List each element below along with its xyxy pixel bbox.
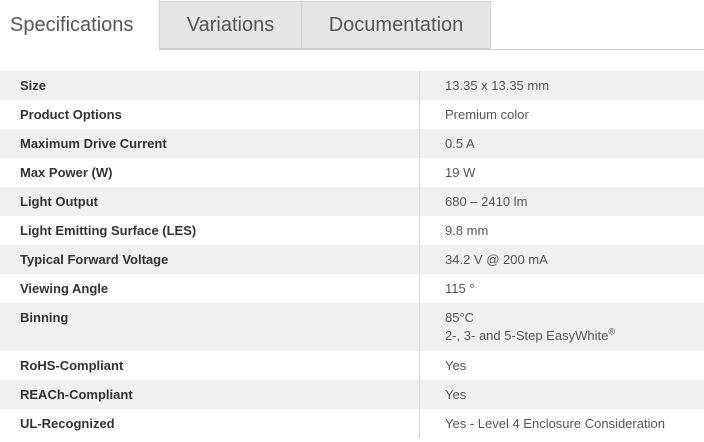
spec-value: 34.2 V @ 200 mA [445,252,548,267]
spec-value: Yes - Level 4 Enclosure Consideration [445,416,665,431]
spec-value: 85°C 2-, 3- and 5-Step EasyWhite® [420,303,704,351]
spec-label: Typical Forward Voltage [0,245,420,274]
spec-value-line2-text: 2-, 3- and 5-Step EasyWhite [445,328,609,343]
spec-label: UL-Recognized [0,409,420,438]
spec-value: 115 ° [445,281,475,296]
tab-specifications[interactable]: Specifications [0,0,160,51]
spec-label: Light Emitting Surface (LES) [0,216,420,245]
table-row: Viewing Angle 115 ° [0,274,704,303]
table-row: Binning 85°C 2-, 3- and 5-Step EasyWhite… [0,303,704,351]
table-row: UL-Recognized Yes - Level 4 Enclosure Co… [0,409,704,438]
spec-label: Maximum Drive Current [0,129,420,158]
table-row: Typical Forward Voltage 34.2 V @ 200 mA [0,245,704,274]
table-row: Max Power (W) 19 W [0,158,704,187]
specifications-table: Size 13.35 x 13.35 mm Product Options Pr… [0,71,704,438]
table-row: Light Emitting Surface (LES) 9.8 mm [0,216,704,245]
spec-label: RoHS-Compliant [0,351,420,380]
table-row: Product Options Premium color [0,100,704,129]
registered-mark: ® [608,326,615,337]
spec-value-line1: 85°C [445,310,475,325]
spec-value: 9.8 mm [445,223,489,238]
spec-value: 13.35 x 13.35 mm [445,78,550,93]
spec-value-line2: 2-, 3- and 5-Step EasyWhite® [445,326,704,343]
table-row: Size 13.35 x 13.35 mm [0,71,704,100]
spec-label: Viewing Angle [0,274,420,303]
table-row: RoHS-Compliant Yes [0,351,704,380]
spec-value: Yes [445,387,467,402]
tab-documentation[interactable]: Documentation [302,1,491,49]
table-row: Light Output 680 – 2410 lm [0,187,704,216]
tab-variations[interactable]: Variations [160,1,302,49]
tab-bar: Specifications Variations Documentation [0,0,704,51]
spec-value: Premium color [445,107,529,122]
table-row: Maximum Drive Current 0.5 A [0,129,704,158]
spec-label: Binning [0,303,420,351]
spec-label: Size [0,71,420,100]
spec-label: Max Power (W) [0,158,420,187]
spec-value: 19 W [445,165,476,180]
spec-label: Light Output [0,187,420,216]
spec-value: 680 – 2410 lm [445,194,528,209]
spec-value: 0.5 A [445,136,475,151]
table-row: REACh-Compliant Yes [0,380,704,409]
spec-value: Yes [445,358,467,373]
spec-label: REACh-Compliant [0,380,420,409]
spec-label: Product Options [0,100,420,129]
